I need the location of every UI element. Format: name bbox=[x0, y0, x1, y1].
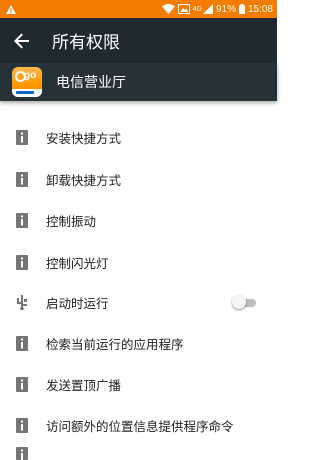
permission-label: 卸载快捷方式 bbox=[46, 172, 122, 188]
permission-label: 检索当前运行的应用程序 bbox=[46, 336, 184, 352]
info-icon bbox=[16, 376, 28, 392]
app-header: go 电信营业厅 bbox=[0, 63, 277, 101]
page-title: 所有权限 bbox=[52, 33, 120, 53]
status-indicators: 4G 91% 15:08 bbox=[161, 3, 273, 15]
info-icon bbox=[16, 171, 28, 187]
usb-icon bbox=[16, 294, 28, 310]
notification-icons bbox=[6, 4, 16, 14]
permission-item[interactable]: 控制闪光灯 bbox=[0, 242, 277, 282]
permission-label: 控制振动 bbox=[46, 213, 97, 229]
permission-item[interactable]: 卸载快捷方式 bbox=[0, 159, 277, 199]
battery-icon bbox=[238, 4, 245, 14]
app-bar: 所有权限 bbox=[0, 18, 277, 63]
network-type: 4G bbox=[192, 5, 202, 13]
info-icon bbox=[16, 417, 28, 433]
permission-item[interactable]: 控制振动 bbox=[0, 200, 277, 240]
permission-label: 控制闪光灯 bbox=[46, 255, 109, 271]
permission-label: 启动时运行 bbox=[46, 295, 109, 311]
info-icon bbox=[16, 447, 28, 460]
info-icon bbox=[16, 335, 28, 351]
permission-label: 发送置顶广播 bbox=[46, 377, 122, 393]
arrow-back-icon bbox=[14, 33, 29, 48]
status-bar: 4G 91% 15:08 bbox=[0, 0, 277, 18]
permission-item-partial[interactable] bbox=[0, 447, 277, 460]
info-icon bbox=[16, 212, 28, 228]
permission-item[interactable]: 访问额外的位置信息提供程序命令 bbox=[0, 405, 277, 445]
image-notification-icon bbox=[177, 4, 190, 14]
permission-item[interactable]: 发送置顶广播 bbox=[0, 364, 277, 404]
permission-item-run-at-startup[interactable]: 启动时运行 bbox=[0, 282, 277, 322]
permission-label: 安装快捷方式 bbox=[46, 130, 122, 146]
app-name: 电信营业厅 bbox=[56, 75, 126, 91]
signal-icon bbox=[202, 4, 213, 14]
permission-label: 访问额外的位置信息提供程序命令 bbox=[46, 418, 234, 434]
wifi-icon bbox=[161, 4, 175, 14]
back-button[interactable] bbox=[0, 18, 44, 63]
app-logo-icon: go bbox=[12, 67, 42, 97]
info-icon bbox=[16, 129, 28, 145]
info-icon bbox=[16, 254, 28, 270]
warning-icon bbox=[6, 4, 16, 14]
run-at-startup-toggle[interactable] bbox=[232, 295, 256, 309]
permission-item[interactable]: 安装快捷方式 bbox=[0, 117, 277, 157]
clock: 15:08 bbox=[247, 3, 273, 15]
permission-item[interactable]: 检索当前运行的应用程序 bbox=[0, 323, 277, 363]
battery-percent: 91% bbox=[215, 3, 236, 15]
